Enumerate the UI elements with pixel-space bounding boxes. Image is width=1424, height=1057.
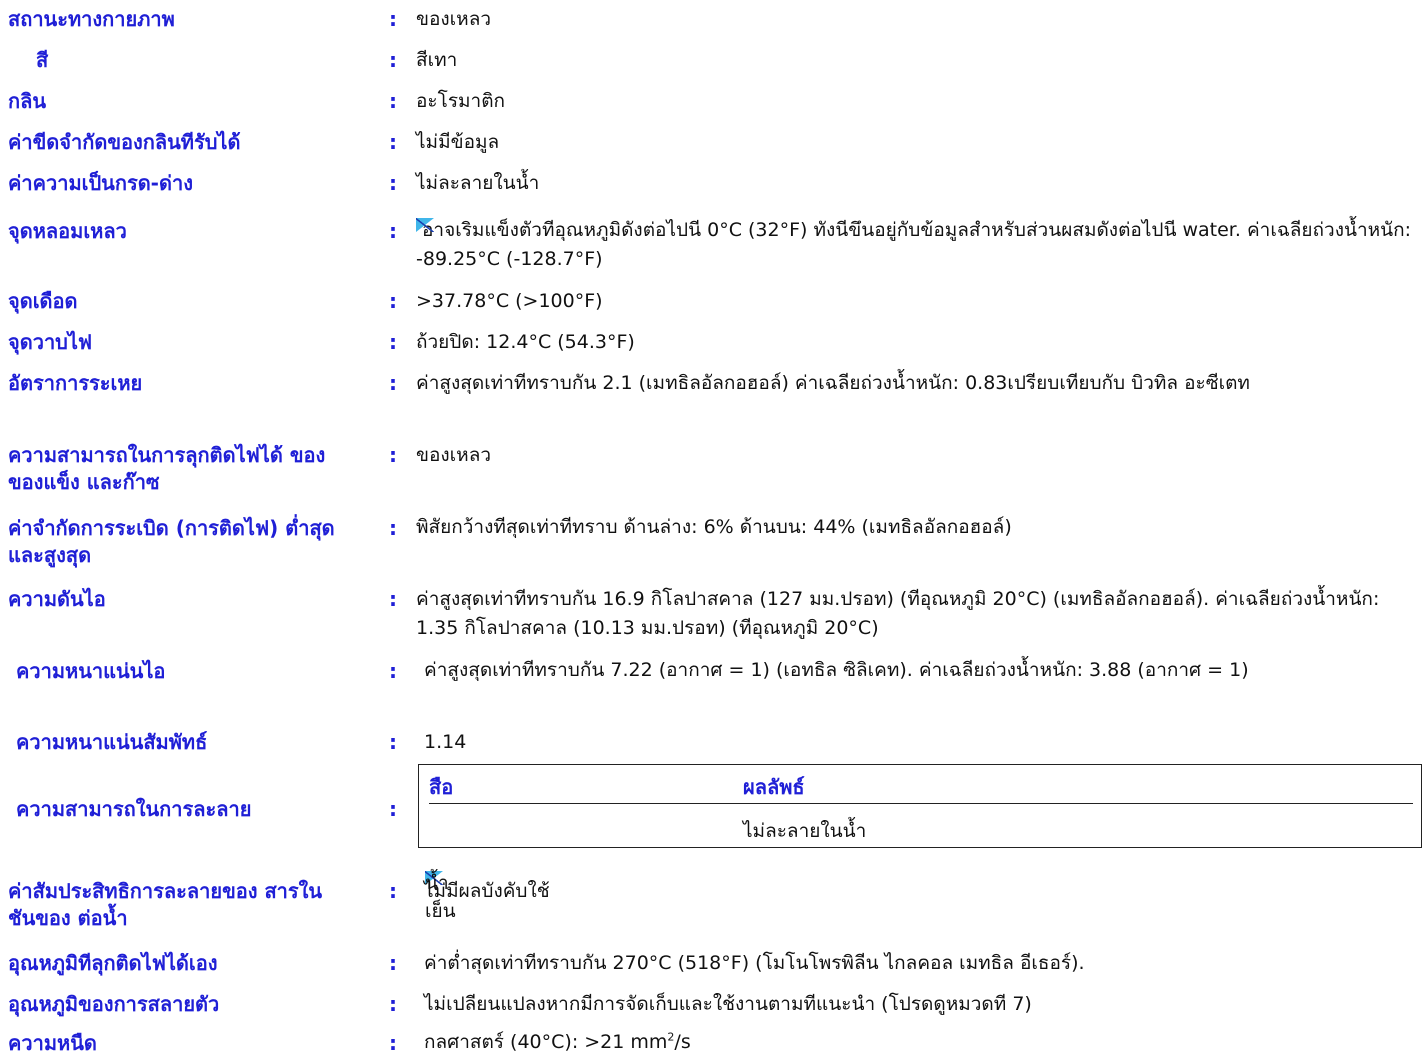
colon: : (389, 516, 397, 540)
value-decomposition: ไม่เปลียนแปลงหากมีการจัดเก็บและใช้งานตาม… (424, 993, 1032, 1015)
value-viscosity-block: กลศาสตร์ (40°C): >21 mm2/s (424, 1028, 691, 1057)
value-vapor-pressure: ค่าสูงสุดเท่าทีทราบกัน 16.9 กิโลปาสคาล (… (416, 588, 1380, 639)
colon: : (389, 797, 397, 821)
value-ph: ไม่ละลายในน้ำ (416, 172, 540, 194)
value-melting-point-block: อาจเริมแข็งตัวทีอุณหภูมิดังต่อไปนี 0°C (… (416, 216, 1416, 274)
label-explosion-limits: ค่าจำกัดการระเบิด (การติดไฟ) ต่ำสุดและสู… (8, 516, 335, 567)
solubility-table: สือ ผลลัพธ์ น้ำเย็น ไม่ละลายในน้ำ (418, 764, 1422, 922)
value-boiling-point: >37.78°C (>100°F) (416, 290, 603, 312)
label-relative-density: ความหนาแน่นสัมพัทธ์ (16, 730, 208, 754)
value-physical-state: ของเหลว (416, 8, 492, 30)
table-header: สือ ผลลัพธ์ (429, 773, 1413, 804)
colon: : (389, 371, 397, 395)
column-header-medium: สือ (429, 775, 454, 799)
value-vapor-density: ค่าสูงสุดเท่าทีทราบกัน 7.22 (อากาศ = 1) … (424, 659, 1249, 681)
label-odor: กลิน (8, 89, 47, 113)
label-vapor-density: ความหนาแน่นไอ (16, 659, 166, 683)
value-autoignition: ค่าต่ำสุดเท่าทีทราบกัน 270°C (518°F) (โม… (424, 952, 1085, 974)
value-color: สีเทา (416, 49, 458, 71)
label-decomposition: อุณหภูมิของการสลายตัว (8, 992, 220, 1016)
value-viscosity: กลศาสตร์ (40°C): >21 mm (424, 1031, 668, 1053)
value-flammability: ของเหลว (416, 444, 492, 466)
viscosity-unit-tail: /s (674, 1031, 691, 1053)
label-ph: ค่าความเป็นกรด-ด่าง (8, 171, 193, 195)
colon: : (389, 171, 397, 195)
label-viscosity: ความหนืด (8, 1031, 97, 1055)
value-odor-threshold: ไม่มีข้อมูล (416, 131, 500, 153)
label-flash-point: จุดวาบไฟ (8, 330, 93, 354)
colon: : (389, 587, 397, 611)
value-odor: อะโรมาติก (416, 90, 506, 112)
label-evaporation-rate: อัตราการระเหย (8, 371, 143, 395)
label-partition-coefficient: ค่าสัมประสิทธิการละลายของ สารในชันของ ต่… (8, 879, 323, 930)
label-physical-state: สถานะทางกายภาพ (8, 7, 175, 31)
colon: : (389, 730, 397, 754)
colon: : (389, 659, 397, 683)
colon: : (389, 130, 397, 154)
column-header-result: ผลลัพธ์ (743, 775, 805, 799)
colon: : (389, 443, 397, 467)
colon: : (389, 992, 397, 1016)
colon: : (389, 1031, 397, 1055)
label-flammability: ความสามารถในการลุกติดไฟได้ ของของแข็ง แล… (8, 443, 326, 494)
value-explosion-limits: พิสัยกว้างทีสุดเท่าทีทราบ ด้านล่าง: 6% ด… (416, 516, 1012, 538)
colon: : (389, 879, 397, 903)
label-solubility: ความสามารถในการละลาย (16, 797, 252, 821)
colon: : (389, 48, 397, 72)
label-color: สี (36, 48, 49, 72)
colon: : (389, 330, 397, 354)
edit-marker-icon (416, 218, 434, 232)
colon: : (389, 89, 397, 113)
label-boiling-point: จุดเดือด (8, 289, 78, 313)
colon: : (389, 7, 397, 31)
value-melting-point: อาจเริมแข็งตัวทีอุณหภูมิดังต่อไปนี 0°C (… (416, 219, 1412, 270)
colon: : (389, 289, 397, 313)
value-partition-coefficient: ไม่มีผลบังคับใช้ (424, 880, 550, 902)
label-melting-point: จุดหลอมเหลว (8, 219, 127, 243)
value-flash-point: ถ้วยปิด: 12.4°C (54.3°F) (416, 331, 635, 353)
label-odor-threshold: ค่าขีดจำกัดของกลินทีรับได้ (8, 130, 241, 154)
label-vapor-pressure: ความดันไอ (8, 587, 106, 611)
value-evaporation-rate: ค่าสูงสุดเท่าทีทราบกัน 2.1 (เมทธิลอัลกอฮ… (416, 372, 1250, 394)
colon: : (389, 219, 397, 243)
label-autoignition: อุณหภูมิทีลุกติดไฟได้เอง (8, 951, 218, 975)
table-cell-result: ไม่ละลายในน้ำ (743, 820, 867, 842)
value-relative-density: 1.14 (424, 731, 467, 753)
colon: : (389, 951, 397, 975)
